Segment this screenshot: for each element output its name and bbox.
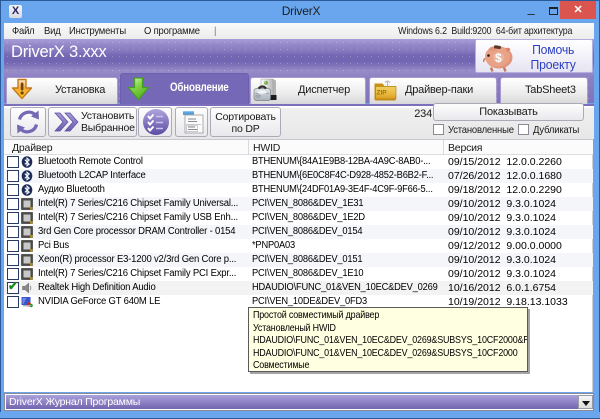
svg-text:ZIP: ZIP [377,90,388,97]
svg-text:$: $ [495,51,502,65]
